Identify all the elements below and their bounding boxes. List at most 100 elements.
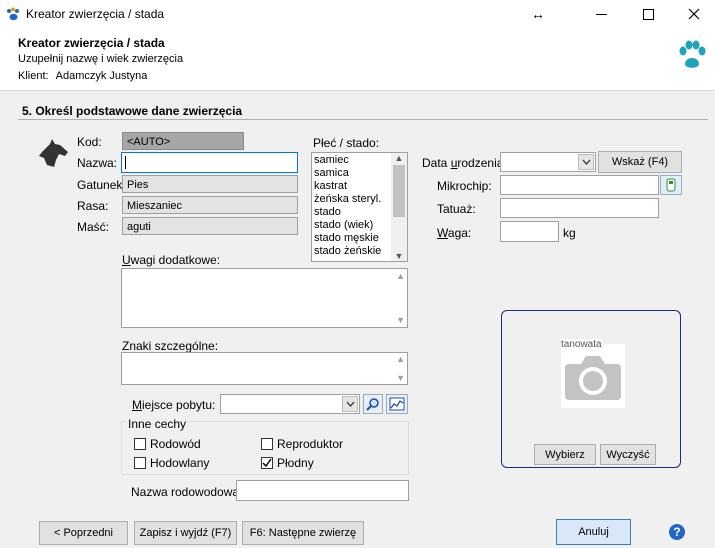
- scroll-up-icon[interactable]: ▲: [391, 153, 407, 163]
- rasa-label: Rasa:: [77, 199, 109, 213]
- checkbox-label: Hodowlany: [150, 456, 210, 470]
- inne-cechy-label: Inne cechy: [127, 417, 188, 431]
- waga-label: Waga:: [437, 226, 472, 240]
- photo-panel: tanowata Wybierz Wyczyść: [501, 310, 681, 468]
- data-urodzenia-picker[interactable]: [500, 152, 596, 172]
- text-caret: [125, 156, 126, 169]
- checkbox-box[interactable]: [134, 438, 146, 450]
- checkbox-label: Rodowód: [150, 437, 201, 451]
- miejsce-combobox[interactable]: [220, 394, 360, 414]
- gatunek-label: Gatunek:: [77, 178, 126, 192]
- plec-option[interactable]: samiec: [312, 154, 391, 167]
- wizard-subtitle: Uzupełnij nazwę i wiek zwierzęcia: [18, 53, 184, 65]
- miejsce-search-button[interactable]: [363, 394, 383, 414]
- mikrochip-input[interactable]: [500, 175, 659, 195]
- dropdown-button[interactable]: [342, 396, 358, 412]
- gatunek-field: Pies: [122, 175, 298, 193]
- hodowlany-checkbox[interactable]: Hodowlany: [134, 456, 209, 470]
- poprzedni-button[interactable]: < Poprzedni: [39, 521, 128, 545]
- wizard-title: Kreator zwierzęcia / stada: [18, 36, 165, 50]
- wizard-header: Kreator zwierzęcia / stada Uzupełnij naz…: [0, 28, 715, 91]
- masc-label: Maść:: [77, 220, 110, 234]
- dog-icon: [39, 139, 68, 167]
- anuluj-button[interactable]: Anuluj: [556, 519, 631, 545]
- close-button[interactable]: [671, 2, 715, 26]
- reproduktor-checkbox[interactable]: Reproduktor: [261, 437, 343, 451]
- section-title: 5. Określ podstawowe dane zwierzęcia: [22, 104, 243, 118]
- paw-logo-icon: [679, 40, 706, 68]
- masc-field: aguti: [122, 217, 298, 235]
- window-title: Kreator zwierzęcia / stada: [26, 7, 165, 21]
- rasa-field: Mieszaniec: [122, 196, 298, 214]
- miejsce-chart-button[interactable]: [386, 394, 408, 414]
- client-name: Adamczyk Justyna: [55, 70, 148, 82]
- checkbox-box[interactable]: [261, 457, 273, 469]
- plec-option[interactable]: stado (wiek): [312, 219, 391, 232]
- minimize-icon: [595, 13, 607, 15]
- dropdown-button[interactable]: [578, 154, 594, 170]
- photo-overlay-text: tanowata: [561, 339, 602, 350]
- data-urodzenia-label: Data urodzenia:: [422, 156, 507, 170]
- maximize-button[interactable]: [625, 2, 671, 26]
- scroll-thumb[interactable]: [393, 165, 405, 217]
- section-divider: [18, 119, 708, 120]
- photo-placeholder[interactable]: [561, 344, 625, 408]
- plec-listbox[interactable]: samiec samica kastrat żeńska steryl. sta…: [311, 152, 408, 262]
- chart-icon: [389, 397, 405, 411]
- help-icon[interactable]: ?: [669, 524, 685, 540]
- chevron-down-icon: [346, 401, 354, 407]
- app-paw-icon: [7, 7, 19, 21]
- search-icon: [366, 398, 379, 411]
- znaki-textarea[interactable]: ▲ ▼: [121, 352, 408, 385]
- tatuaz-label: Tatuaż:: [437, 202, 476, 216]
- minimize-button[interactable]: [578, 2, 624, 26]
- plec-label: Płeć / stado:: [313, 136, 380, 150]
- znaki-label: Znaki szczególne:: [122, 339, 219, 353]
- chip-reader-icon: [666, 178, 676, 192]
- checkbox-label: Reproduktor: [277, 437, 344, 451]
- rodowod-checkbox[interactable]: Rodowód: [134, 437, 201, 451]
- nazwa-input[interactable]: [121, 152, 298, 173]
- plodny-checkbox[interactable]: Płodny: [261, 456, 314, 470]
- kod-label: Kod:: [77, 135, 102, 149]
- plec-option[interactable]: stado: [312, 206, 391, 219]
- title-bar: Kreator zwierzęcia / stada ↔: [0, 0, 715, 28]
- mikrochip-scan-button[interactable]: [660, 175, 682, 195]
- mikrochip-label: Mikrochip:: [437, 179, 492, 193]
- client-label: Klient:: [18, 70, 49, 82]
- plec-option[interactable]: kastrat: [312, 180, 391, 193]
- checkbox-box[interactable]: [134, 457, 146, 469]
- close-icon: [688, 8, 700, 20]
- plec-option[interactable]: żeńska steryl.: [312, 193, 391, 206]
- checkbox-box[interactable]: [261, 438, 273, 450]
- plec-option[interactable]: stado męskie: [312, 232, 391, 245]
- uwagi-textarea[interactable]: ▲ ▼: [121, 268, 408, 328]
- plec-option[interactable]: samica: [312, 167, 391, 180]
- wybierz-button[interactable]: Wybierz: [534, 444, 596, 465]
- wyczysc-button[interactable]: Wyczyść: [600, 444, 656, 465]
- maximize-icon: [642, 8, 654, 20]
- resize-icon[interactable]: ↔: [515, 2, 561, 26]
- nastepne-button[interactable]: F6: Następne zwierzę: [242, 521, 364, 545]
- kod-field: <AUTO>: [122, 132, 244, 150]
- scroll-down-icon[interactable]: ▼: [396, 373, 405, 383]
- scroll-down-icon[interactable]: ▼: [396, 315, 405, 325]
- nazwa-rodowodowa-input[interactable]: [236, 480, 409, 501]
- wskaz-button[interactable]: Wskaż (F4): [598, 151, 682, 173]
- scroll-up-icon[interactable]: ▲: [396, 354, 405, 364]
- miejsce-label: Miejsce pobytu:: [132, 398, 216, 412]
- plec-scrollbar[interactable]: ▲ ▼: [391, 153, 407, 261]
- zapisz-button[interactable]: Zapisz i wyjdź (F7): [134, 521, 237, 545]
- tatuaz-input[interactable]: [500, 198, 659, 218]
- plec-option[interactable]: stado żeńskie: [312, 245, 391, 258]
- checkmark-icon: [262, 458, 272, 468]
- waga-input[interactable]: [500, 221, 559, 242]
- nazwa-label: Nazwa:: [77, 156, 118, 170]
- waga-unit: kg: [563, 226, 576, 240]
- uwagi-label: Uwagi dodatkowe:: [122, 253, 221, 267]
- scroll-up-icon[interactable]: ▲: [396, 271, 405, 281]
- scroll-down-icon[interactable]: ▼: [391, 251, 407, 261]
- camera-icon: [565, 356, 621, 400]
- client-info: Klient: Adamczyk Justyna: [18, 70, 147, 82]
- checkbox-label: Płodny: [277, 456, 314, 470]
